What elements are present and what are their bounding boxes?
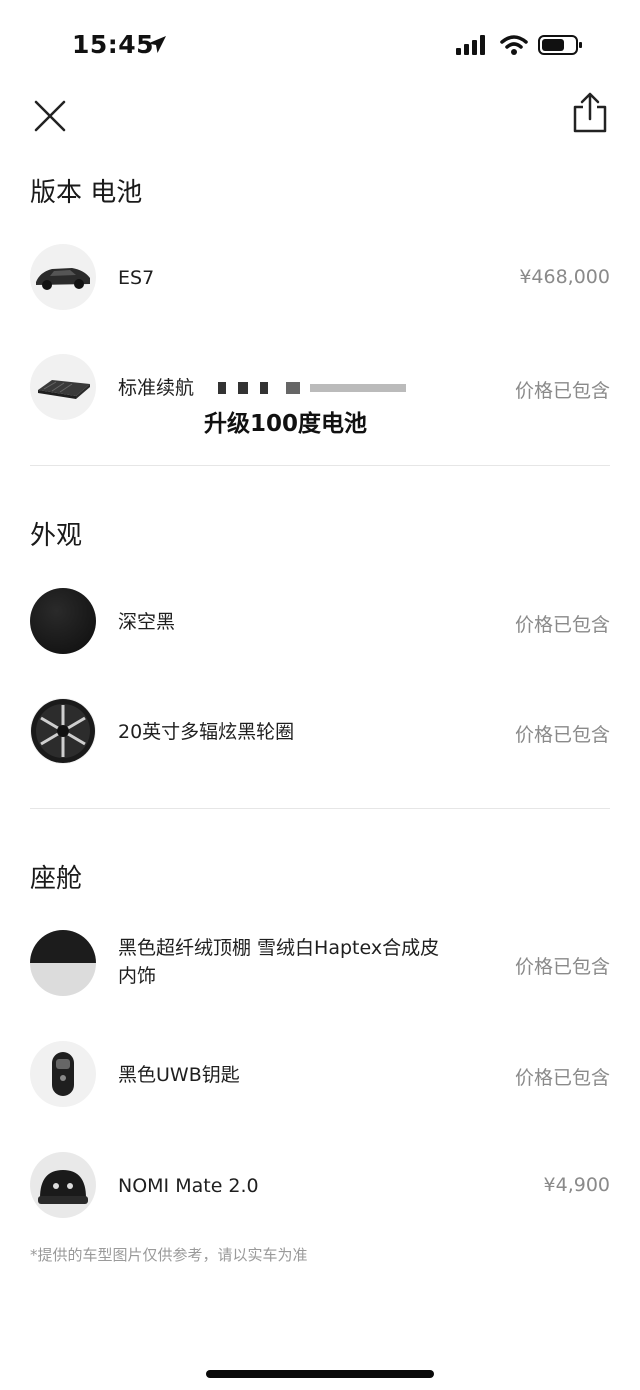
row-label: 深空黑 <box>118 611 176 633</box>
row-label: ES7 <box>118 267 155 289</box>
battery-icon <box>538 35 582 55</box>
row-price: 价格已包含 <box>514 1067 610 1089</box>
nomi-icon <box>30 1152 96 1218</box>
nav-bar <box>0 90 640 140</box>
interior-swatch-icon <box>30 930 96 996</box>
section-title-exterior: 外观 <box>30 521 83 551</box>
car-thumbnail-icon <box>30 244 96 310</box>
row-label: 黑色超纤绒顶棚 雪绒白Haptex合成皮内饰 <box>118 937 440 987</box>
wifi-icon <box>500 35 528 55</box>
redaction-mark <box>238 382 248 394</box>
home-indicator[interactable] <box>206 1370 434 1378</box>
config-row-wheels[interactable]: 20英寸多辐炫黑轮圈 价格已包含 <box>0 698 640 778</box>
overlay-annotation: 升级100度电池 <box>204 411 368 437</box>
black-color-swatch-icon <box>30 588 96 654</box>
section-title-cabin: 座舱 <box>30 864 83 894</box>
row-label: NOMI Mate 2.0 <box>118 1175 259 1197</box>
config-row-key[interactable]: 黑色UWB钥匙 价格已包含 <box>0 1041 640 1121</box>
signal-icon <box>456 35 485 55</box>
redaction-mark <box>218 382 226 394</box>
status-bar: 15:45 <box>0 0 640 90</box>
row-price: ¥468,000 <box>519 266 610 288</box>
row-price: ¥4,900 <box>543 1174 610 1196</box>
share-icon[interactable] <box>570 92 610 134</box>
redaction-mark <box>260 382 268 394</box>
location-arrow-icon <box>148 36 166 53</box>
divider <box>30 808 610 809</box>
redaction-mark <box>310 384 406 392</box>
wheel-icon <box>30 698 96 764</box>
row-price: 价格已包含 <box>514 380 610 402</box>
section-title-version: 版本 电池 <box>30 178 143 208</box>
status-icons <box>456 34 584 56</box>
row-label: 20英寸多辐炫黑轮圈 <box>118 721 295 743</box>
row-price: 价格已包含 <box>514 724 610 746</box>
redaction-mark <box>286 382 300 394</box>
close-icon[interactable] <box>30 96 70 136</box>
row-label: 黑色UWB钥匙 <box>118 1064 240 1086</box>
config-row-paint[interactable]: 深空黑 价格已包含 <box>0 588 640 668</box>
row-label: 标准续航 <box>118 377 195 399</box>
uwb-key-icon <box>30 1041 96 1107</box>
row-price: 价格已包含 <box>514 956 610 978</box>
row-price: 价格已包含 <box>514 614 610 636</box>
divider <box>30 465 610 466</box>
battery-pack-icon <box>30 354 96 420</box>
disclaimer-note: *提供的车型图片仅供参考，请以实车为准 <box>30 1246 308 1264</box>
config-row-nomi[interactable]: NOMI Mate 2.0 ¥4,900 <box>0 1152 640 1232</box>
status-time: 15:45 <box>72 30 155 59</box>
config-row-interior[interactable]: 黑色超纤绒顶棚 雪绒白Haptex合成皮内饰 价格已包含 <box>0 930 640 1000</box>
config-row-es7[interactable]: ES7 ¥468,000 <box>0 244 640 324</box>
